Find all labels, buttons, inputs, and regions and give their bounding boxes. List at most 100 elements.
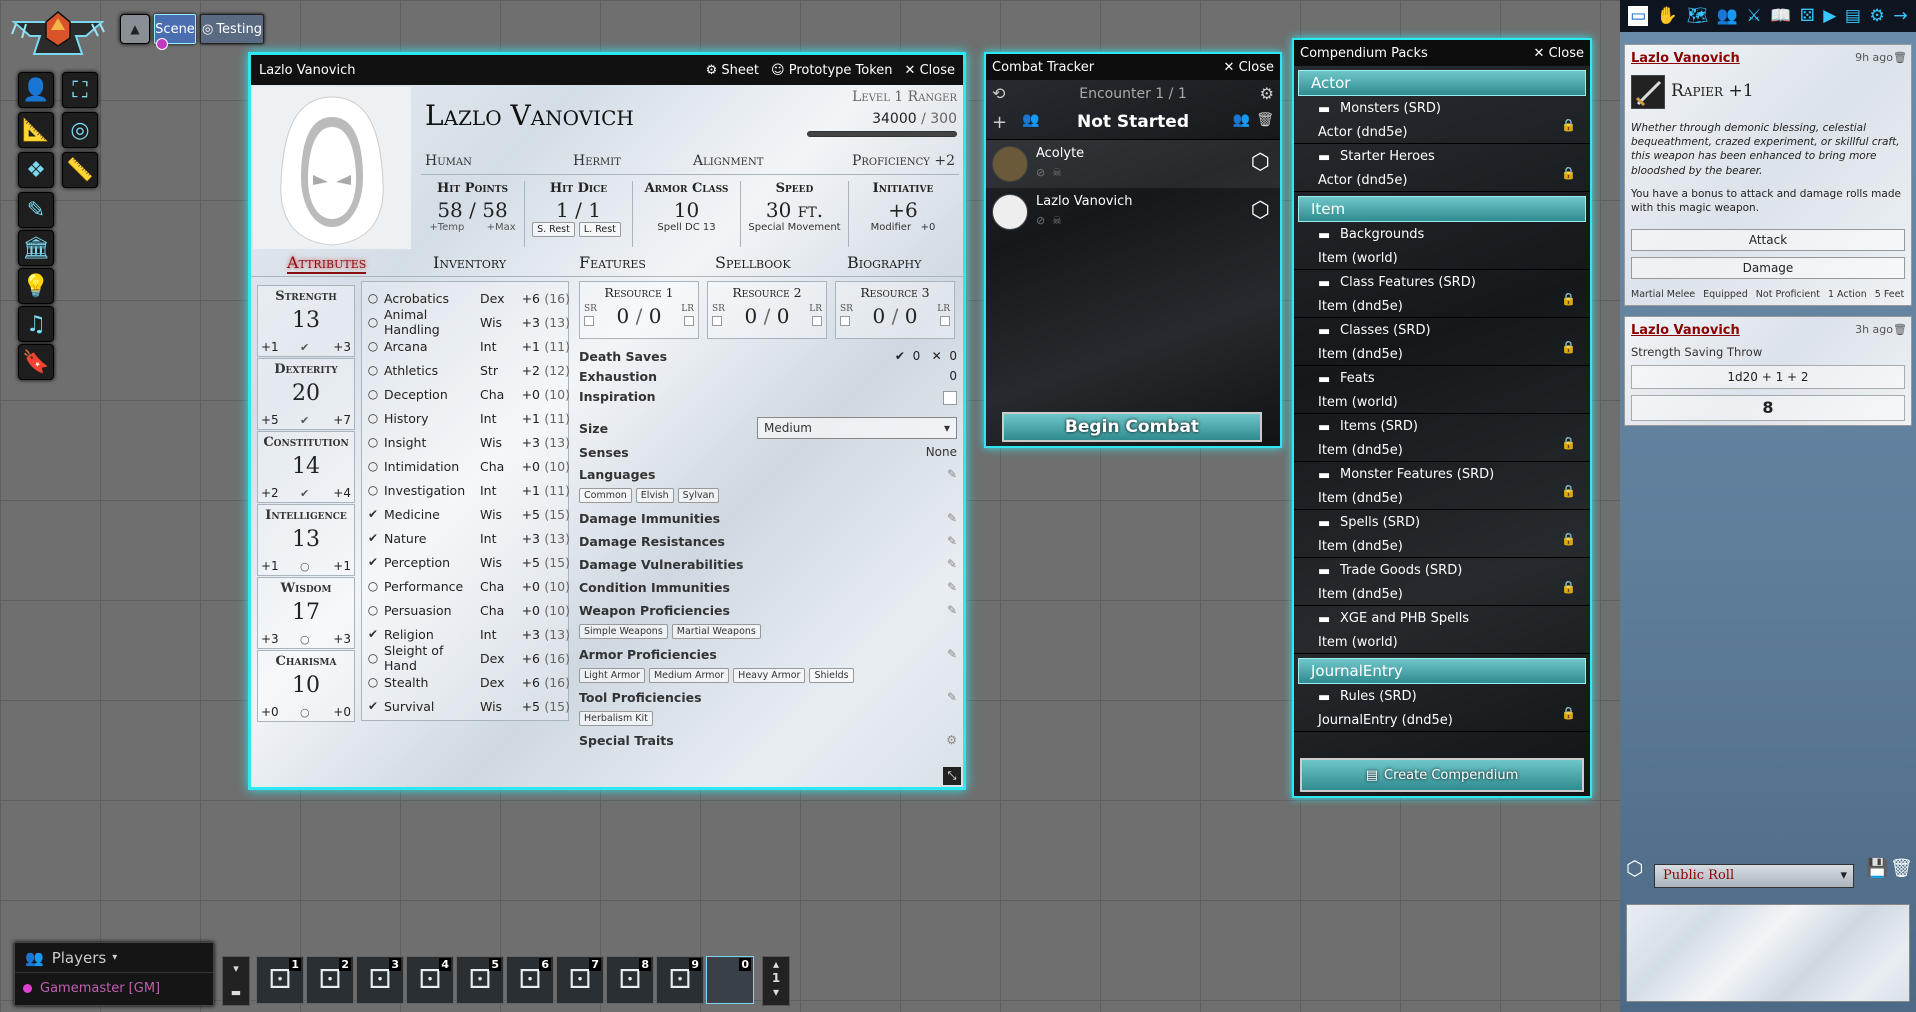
combatant-row[interactable]: Lazlo Vanovich ⊘ ☠ ⬡: [986, 188, 1280, 236]
roll-initiative-icon[interactable]: ⬡: [1251, 198, 1270, 223]
skill-row[interactable]: ○ Arcana Int +1 (11): [366, 334, 570, 358]
edit-icon[interactable]: ✎: [947, 580, 957, 594]
combat-header[interactable]: Combat Tracker ✕ Close: [986, 54, 1280, 80]
sounds-icon[interactable]: ♫: [18, 306, 54, 342]
skill-name[interactable]: Intimidation: [384, 459, 480, 474]
resource-max[interactable]: 0: [649, 304, 662, 328]
skill-proficiency-toggle[interactable]: ○: [366, 435, 380, 449]
scenes-tab-icon[interactable]: 🗺: [1687, 6, 1709, 26]
skill-name[interactable]: Investigation: [384, 483, 480, 498]
export-chat-icon[interactable]: 💾: [1866, 858, 1888, 879]
initiative-modifier[interactable]: +0: [921, 222, 936, 233]
skill-name[interactable]: Acrobatics: [384, 291, 480, 306]
skill-row[interactable]: ○ Sleight of Hand Dex +6 (16): [366, 643, 570, 673]
tiles-icon[interactable]: ❖: [18, 152, 54, 188]
resource-sr-checkbox[interactable]: [584, 316, 594, 326]
clear-chat-icon[interactable]: 🗑: [1890, 858, 1913, 879]
macro-slot[interactable]: ⚀ 7: [556, 956, 604, 1004]
tables-tab-icon[interactable]: ⚄: [1800, 6, 1815, 26]
lock-icon[interactable]: 🔒: [1561, 436, 1576, 450]
compendium-pack[interactable]: ▬ Classes (SRD) Item (dnd5e) 🔒: [1294, 318, 1590, 366]
prototype-token-button[interactable]: ☺ Prototype Token: [771, 63, 893, 78]
message-speaker[interactable]: Lazlo Vanovich: [1631, 51, 1740, 66]
resource-sr-checkbox[interactable]: [712, 316, 722, 326]
chat-message-input[interactable]: [1626, 904, 1910, 1002]
compendium-tab-icon[interactable]: ▤: [1845, 6, 1861, 26]
edit-icon[interactable]: ✎: [947, 647, 957, 661]
delete-encounter-icon[interactable]: 🗑: [1256, 112, 1274, 128]
skill-name[interactable]: Athletics: [384, 363, 480, 378]
roll-initiative-icon[interactable]: ⬡: [1251, 150, 1270, 175]
target-icon[interactable]: ◎: [62, 112, 98, 148]
delete-message-icon[interactable]: 🗑: [1893, 51, 1907, 64]
page-down-icon[interactable]: ▾: [763, 985, 789, 999]
save-proficiency-toggle[interactable]: ○: [300, 560, 310, 573]
settings-tab-icon[interactable]: ⚙: [1870, 6, 1885, 26]
drawing-pencil-icon[interactable]: ✎: [18, 192, 54, 228]
skill-name[interactable]: Sleight of Hand: [384, 643, 480, 673]
compendium-pack[interactable]: ▬ Starter Heroes Actor (dnd5e) 🔒: [1294, 144, 1590, 192]
chat-tab-icon[interactable]: ▭: [1628, 6, 1649, 26]
damage-button[interactable]: Damage: [1631, 257, 1905, 279]
skill-name[interactable]: Perception: [384, 555, 480, 570]
players-title[interactable]: Players: [52, 949, 107, 967]
race-field[interactable]: Human: [425, 153, 472, 169]
lock-icon[interactable]: 🔒: [1561, 532, 1576, 546]
skill-row[interactable]: ○ Performance Cha +0 (10): [366, 574, 570, 598]
fullscreen-icon[interactable]: ⛶: [62, 72, 98, 108]
d20-icon[interactable]: ⬡: [1626, 856, 1643, 880]
ability-modifier[interactable]: +0: [261, 705, 279, 719]
ability-modifier[interactable]: +1: [261, 340, 279, 354]
message-speaker[interactable]: Lazlo Vanovich: [1631, 323, 1740, 338]
macro-slot[interactable]: ⚀ 4: [406, 956, 454, 1004]
actor-portrait[interactable]: [253, 87, 411, 249]
lock-icon[interactable]: 🔒: [1561, 580, 1576, 594]
compendium-group-header[interactable]: Item: [1298, 196, 1586, 222]
compendium-group-header[interactable]: JournalEntry: [1298, 658, 1586, 684]
alignment-field[interactable]: Alignment: [693, 153, 763, 169]
collapse-controls-button[interactable]: ▲: [120, 14, 150, 44]
skill-name[interactable]: Deception: [384, 387, 480, 402]
long-rest-button[interactable]: L. Rest: [578, 222, 621, 237]
edit-icon[interactable]: ✎: [947, 467, 957, 481]
skill-row[interactable]: ○ Persuasion Cha +0 (10): [366, 598, 570, 622]
skill-proficiency-toggle[interactable]: ○: [366, 315, 380, 329]
roll-formula[interactable]: 1d20 + 1 + 2: [1631, 365, 1905, 389]
temp-max-hp[interactable]: +Max: [487, 222, 516, 233]
visibility-toggle-icon[interactable]: ⊘: [1036, 214, 1045, 227]
temp-hp[interactable]: +Temp: [429, 222, 464, 233]
saving-throw-modifier[interactable]: +3: [333, 340, 351, 354]
tab-biography[interactable]: Biography: [847, 253, 921, 272]
compendium-pack[interactable]: ▬ Monster Features (SRD) Item (dnd5e) 🔒: [1294, 462, 1590, 510]
saving-throw-modifier[interactable]: +3: [333, 632, 351, 646]
skill-row[interactable]: ✔ Nature Int +3 (13): [366, 526, 570, 550]
ability-modifier[interactable]: +2: [261, 486, 279, 500]
skill-proficiency-toggle[interactable]: ✔: [366, 555, 380, 569]
skill-row[interactable]: ○ History Int +1 (11): [366, 406, 570, 430]
skill-name[interactable]: Religion: [384, 627, 480, 642]
save-proficiency-toggle[interactable]: ✔: [300, 487, 309, 500]
foundry-logo[interactable]: [8, 8, 108, 64]
ability-name[interactable]: Intelligence: [258, 508, 354, 523]
ability-score[interactable]: 17: [258, 600, 354, 625]
save-proficiency-toggle[interactable]: ✔: [300, 414, 309, 427]
skill-row[interactable]: ○ Intimidation Cha +0 (10): [366, 454, 570, 478]
skill-name[interactable]: Animal Handling: [384, 307, 480, 337]
ability-name[interactable]: Constitution: [258, 435, 354, 450]
macro-slot[interactable]: ⚀ 6: [506, 956, 554, 1004]
skill-proficiency-toggle[interactable]: ✔: [366, 627, 380, 641]
tab-spellbook[interactable]: Spellbook: [715, 253, 791, 272]
skill-row[interactable]: ✔ Perception Wis +5 (15): [366, 550, 570, 574]
compendium-pack[interactable]: ▬ Spells (SRD) Item (dnd5e) 🔒: [1294, 510, 1590, 558]
resize-handle-icon[interactable]: ⤡: [943, 767, 961, 785]
combatant-name[interactable]: Lazlo Vanovich: [1036, 194, 1132, 209]
folder-icon[interactable]: ▬: [223, 981, 249, 1005]
gear-icon[interactable]: ⚙: [1260, 84, 1274, 103]
compendium-group-header[interactable]: Actor: [1298, 70, 1586, 96]
compendium-pack[interactable]: ▬ Trade Goods (SRD) Item (dnd5e) 🔒: [1294, 558, 1590, 606]
compendium-header[interactable]: Compendium Packs ✕ Close: [1294, 40, 1590, 66]
short-rest-button[interactable]: S. Rest: [532, 222, 575, 237]
tab-attributes[interactable]: Attributes: [287, 253, 367, 274]
close-button[interactable]: ✕ Close: [1224, 60, 1274, 75]
ruler-icon[interactable]: 📏: [62, 152, 98, 188]
